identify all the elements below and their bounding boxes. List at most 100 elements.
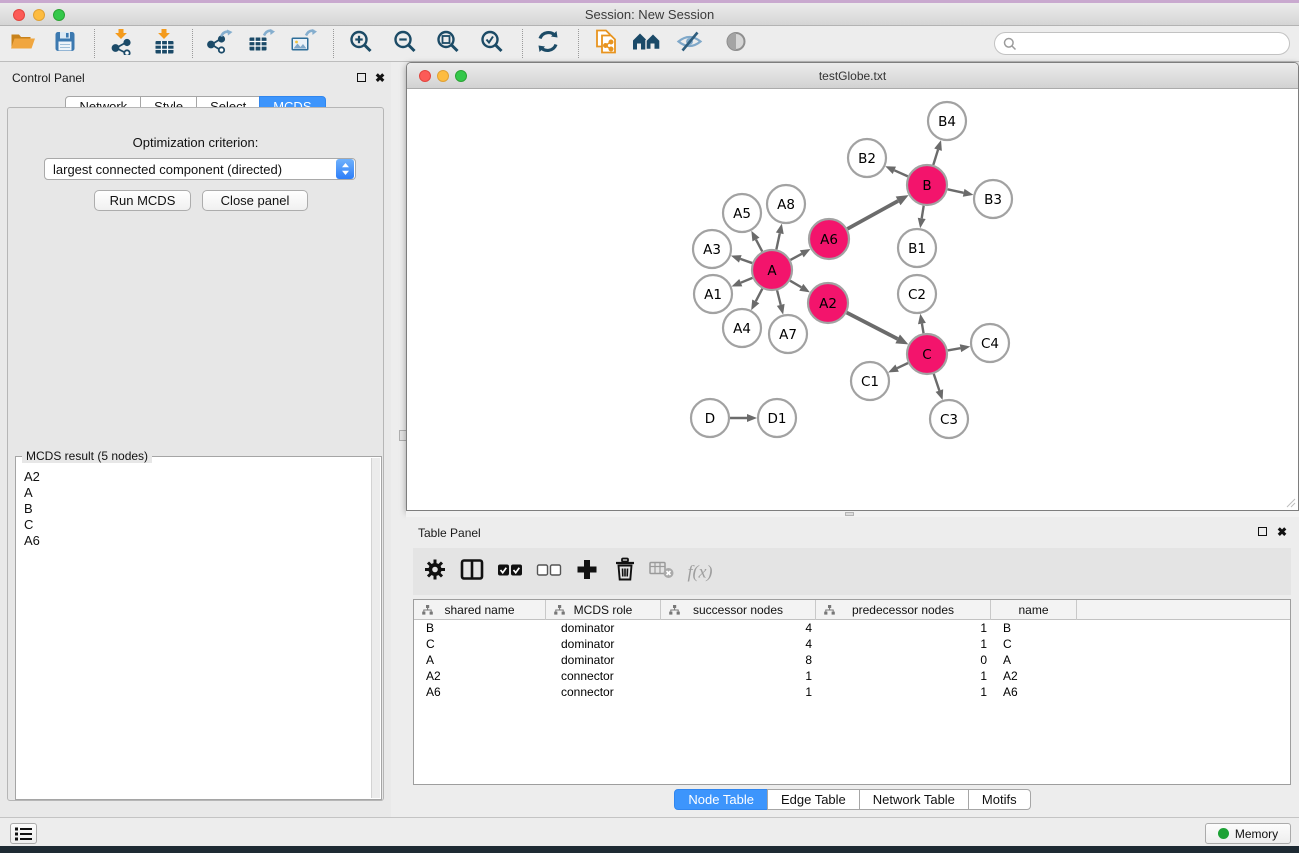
refresh-icon[interactable]	[535, 29, 561, 60]
node-A1[interactable]: A1	[694, 275, 732, 313]
cell-name[interactable]: C	[991, 636, 1077, 652]
table-tab-edge-table[interactable]: Edge Table	[767, 789, 860, 810]
deselect-all-rows-icon[interactable]	[537, 563, 562, 581]
node-D[interactable]: D	[691, 399, 729, 437]
node-table[interactable]: shared nameMCDS rolesuccessor nodesprede…	[413, 599, 1291, 785]
mcds-result-item[interactable]: A6	[17, 533, 370, 549]
search-field[interactable]	[994, 32, 1290, 55]
cell-shared-name[interactable]: A6	[414, 684, 546, 700]
cell-shared-name[interactable]: C	[414, 636, 546, 652]
cell-predecessor-nodes[interactable]: 1	[816, 636, 991, 652]
edge-A6-B[interactable]	[847, 195, 908, 229]
column-settings-gear-icon[interactable]	[423, 558, 447, 587]
table-tab-node-table[interactable]: Node Table	[674, 789, 768, 810]
function-builder-icon[interactable]: f(x)	[688, 562, 713, 583]
column-header-successor-nodes[interactable]: successor nodes	[661, 600, 816, 620]
edge-C-C2[interactable]	[918, 314, 926, 334]
node-A6[interactable]: A6	[809, 219, 849, 259]
open-session-icon[interactable]	[10, 30, 37, 59]
cell-shared-name[interactable]: A	[414, 652, 546, 668]
show-all-eye-icon[interactable]	[723, 30, 749, 59]
node-A8[interactable]: A8	[767, 185, 805, 223]
zoom-selected-icon[interactable]	[480, 29, 505, 59]
edge-C-C4[interactable]	[948, 344, 971, 352]
column-header-mcds-role[interactable]: MCDS role	[546, 600, 661, 620]
criterion-dropdown[interactable]: largest connected component (directed)	[44, 158, 356, 180]
column-header-shared-name[interactable]: shared name	[414, 600, 546, 620]
zoom-in-icon[interactable]	[349, 29, 374, 59]
hide-selected-eye-icon[interactable]	[677, 30, 704, 59]
edge-A-A2[interactable]	[790, 281, 810, 293]
split-view-icon[interactable]	[460, 559, 484, 586]
cell-name[interactable]: B	[991, 620, 1077, 636]
node-C2[interactable]: C2	[898, 275, 936, 313]
save-session-icon[interactable]	[53, 30, 77, 59]
cell-successor-nodes[interactable]: 1	[661, 668, 816, 684]
add-column-icon[interactable]	[576, 559, 598, 586]
table-row[interactable]: Cdominator41C	[414, 636, 1290, 652]
node-D1[interactable]: D1	[758, 399, 796, 437]
resize-grip-icon[interactable]	[1285, 497, 1296, 508]
edge-A-A5[interactable]	[751, 231, 762, 252]
cell-successor-nodes[interactable]: 4	[661, 636, 816, 652]
cell-shared-name[interactable]: A2	[414, 668, 546, 684]
cell-mcds-role[interactable]: dominator	[546, 652, 661, 668]
network-canvas[interactable]: AA5A8A3A1A4A7A6A2BB2B4B3B1CC2C1C4C3DD1	[407, 89, 1298, 510]
search-input[interactable]	[1022, 36, 1281, 51]
edge-C-C1[interactable]	[888, 363, 908, 372]
table-tab-network-table[interactable]: Network Table	[859, 789, 969, 810]
import-network-icon[interactable]	[109, 28, 135, 60]
network-window-titlebar[interactable]: testGlobe.txt	[407, 63, 1298, 89]
table-row[interactable]: Bdominator41B	[414, 620, 1290, 636]
edge-A2-C[interactable]	[847, 313, 909, 345]
edge-A-A4[interactable]	[751, 289, 762, 311]
zoom-fit-content-icon[interactable]	[436, 29, 461, 59]
export-table-icon[interactable]	[247, 29, 275, 60]
node-A7[interactable]: A7	[769, 315, 807, 353]
node-C1[interactable]: C1	[851, 362, 889, 400]
edge-A-A6[interactable]	[790, 249, 810, 260]
zoom-out-icon[interactable]	[393, 29, 418, 59]
network-graph[interactable]: AA5A8A3A1A4A7A6A2BB2B4B3B1CC2C1C4C3DD1	[407, 89, 1298, 510]
edge-A-A3[interactable]	[731, 255, 752, 263]
export-image-icon[interactable]	[289, 29, 317, 60]
edge-B-B2[interactable]	[885, 166, 908, 176]
memory-button[interactable]: Memory	[1205, 823, 1291, 844]
delete-table-icon[interactable]	[649, 559, 675, 586]
edge-C-C3[interactable]	[934, 374, 943, 400]
import-table-icon[interactable]	[152, 28, 178, 60]
select-all-rows-icon[interactable]	[498, 563, 523, 581]
edge-B-B4[interactable]	[933, 140, 942, 165]
column-header-name[interactable]: name	[991, 600, 1077, 620]
node-A3[interactable]: A3	[693, 230, 731, 268]
delete-columns-trash-icon[interactable]	[614, 558, 636, 587]
column-header-predecessor-nodes[interactable]: predecessor nodes	[816, 600, 991, 620]
cell-mcds-role[interactable]: dominator	[546, 636, 661, 652]
result-scrollbar[interactable]	[371, 458, 380, 798]
node-C3[interactable]: C3	[930, 400, 968, 438]
mcds-result-item[interactable]: C	[17, 517, 370, 533]
node-B2[interactable]: B2	[848, 139, 886, 177]
cell-successor-nodes[interactable]: 1	[661, 684, 816, 700]
node-B[interactable]: B	[907, 165, 947, 205]
edge-D-D1[interactable]	[730, 414, 757, 422]
node-C4[interactable]: C4	[971, 324, 1009, 362]
cell-mcds-role[interactable]: connector	[546, 668, 661, 684]
cell-mcds-role[interactable]: connector	[546, 684, 661, 700]
cell-successor-nodes[interactable]: 4	[661, 620, 816, 636]
edge-B-B3[interactable]	[948, 189, 974, 197]
float-panel-icon[interactable]	[357, 73, 366, 82]
node-A[interactable]: A	[752, 250, 792, 290]
node-A5[interactable]: A5	[723, 194, 761, 232]
run-mcds-button[interactable]: Run MCDS	[94, 190, 191, 211]
table-float-panel-icon[interactable]	[1258, 527, 1267, 536]
horizontal-splitter-handle[interactable]	[845, 512, 854, 516]
node-A2[interactable]: A2	[808, 283, 848, 323]
cell-successor-nodes[interactable]: 8	[661, 652, 816, 668]
mcds-result-item[interactable]: B	[17, 501, 370, 517]
table-close-panel-icon[interactable]: ✖	[1277, 527, 1287, 537]
cell-predecessor-nodes[interactable]: 0	[816, 652, 991, 668]
mcds-result-item[interactable]: A2	[17, 469, 370, 485]
cell-predecessor-nodes[interactable]: 1	[816, 684, 991, 700]
cell-name[interactable]: A	[991, 652, 1077, 668]
